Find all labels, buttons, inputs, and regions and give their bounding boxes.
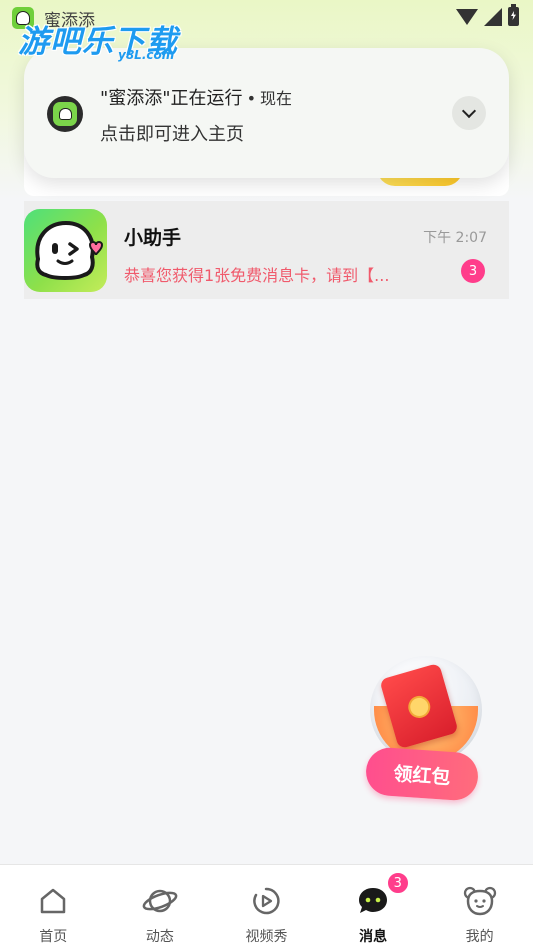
bear-face-icon: [462, 883, 498, 919]
avatar: [24, 209, 107, 292]
watermark-subtext: y8L.com: [118, 48, 175, 62]
notification-time: 现在: [260, 89, 293, 108]
nav-item-video[interactable]: 视频秀: [213, 865, 320, 948]
bottom-nav: 首页 动态 视频秀 3 消息 我的: [0, 864, 533, 948]
chat-bubble-icon: [355, 883, 391, 919]
nav-unread-badge: 3: [385, 871, 410, 895]
chevron-down-icon: [461, 103, 477, 118]
notification-title-row: "蜜添添"正在运行 • 现在: [100, 84, 292, 110]
notification-expand-button[interactable]: [452, 96, 486, 130]
signal-icon: [484, 7, 502, 26]
nav-label-feed: 动态: [145, 929, 174, 945]
watermark-logo: 游吧乐下载 y8L.com: [18, 16, 178, 62]
chat-time: 下午 2:07: [423, 230, 487, 246]
red-packet-float-button[interactable]: 领红包: [364, 656, 482, 806]
nav-label-messages: 消息: [359, 929, 388, 945]
status-icons: [456, 4, 519, 26]
nav-item-messages[interactable]: 3 消息: [320, 865, 427, 948]
nav-item-feed[interactable]: 动态: [107, 865, 214, 948]
nav-item-home[interactable]: 首页: [0, 865, 107, 948]
red-packet-label: 领红包: [364, 746, 480, 802]
nav-label-video: 视频秀: [245, 929, 288, 945]
chat-name: 小助手: [124, 227, 182, 249]
nav-label-profile: 我的: [465, 929, 494, 945]
notification-separator: •: [246, 89, 256, 108]
unread-badge: 3: [461, 259, 485, 283]
wifi-icon: [456, 8, 478, 25]
app-icon: [47, 96, 83, 132]
nav-item-profile[interactable]: 我的: [426, 865, 533, 948]
chat-list-item[interactable]: 小助手 下午 2:07 恭喜您获得1张免费消息卡，请到【... 3: [24, 201, 509, 299]
planet-icon: [142, 883, 178, 919]
nav-label-home: 首页: [39, 929, 68, 945]
home-icon: [35, 883, 71, 919]
play-icon: [248, 883, 284, 919]
notification-body: 点击即可进入主页: [100, 124, 244, 145]
running-notification[interactable]: "蜜添添"正在运行 • 现在 点击即可进入主页: [24, 48, 509, 178]
coin-icon: [405, 693, 433, 721]
ghost-mascot-icon: [35, 220, 104, 280]
chat-preview: 恭喜您获得1张免费消息卡，请到【...: [124, 266, 390, 285]
battery-icon: [508, 4, 519, 26]
notification-title: "蜜添添"正在运行: [100, 88, 243, 109]
